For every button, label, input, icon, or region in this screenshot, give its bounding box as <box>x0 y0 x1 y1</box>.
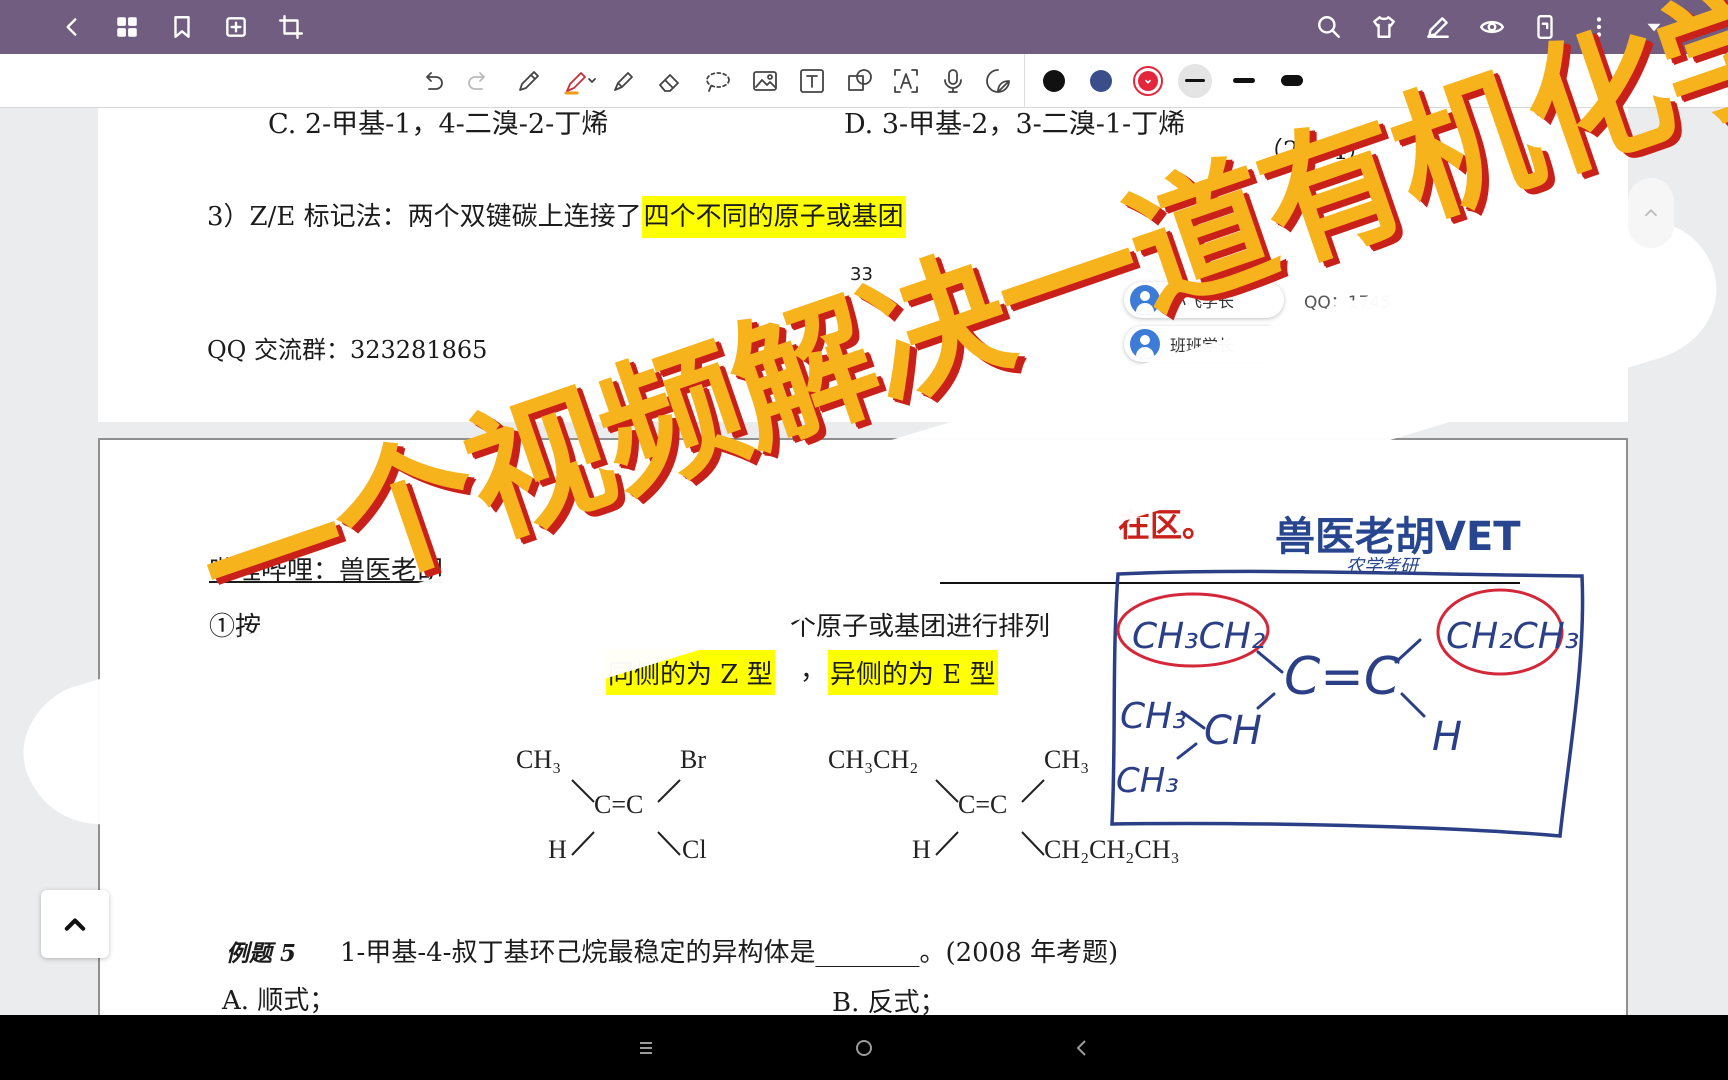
color-red-selected[interactable] <box>1133 66 1163 96</box>
struct1-top-left: CH₃ <box>516 745 562 774</box>
scroll-to-top-button[interactable] <box>41 890 109 958</box>
shape-icon[interactable] <box>842 63 878 99</box>
stroke-medium[interactable] <box>1233 78 1255 83</box>
image-icon[interactable] <box>747 63 783 99</box>
lasso-icon[interactable] <box>700 63 736 99</box>
menu-icon[interactable] <box>631 1033 661 1063</box>
toolbar-divider <box>1024 54 1025 108</box>
e-rule-highlight: 异侧的为 E 型 <box>828 650 998 695</box>
option-b-text: B. 反式； <box>832 988 946 1018</box>
eraser-icon[interactable] <box>652 63 688 99</box>
highlighter-icon[interactable] <box>558 63 604 99</box>
rule-1-tail: 个原子或基团进行排列 <box>790 612 1051 642</box>
sticker-icon[interactable] <box>980 63 1016 99</box>
struct2-bottom-left: H <box>912 835 931 864</box>
qq-group-text: QQ 交流群：323281865 <box>207 336 488 364</box>
struct2-top-left: CH₃CH₂ <box>828 745 919 774</box>
z-rule-highlight: 同侧的为 Z 型 <box>606 650 775 695</box>
color-blue[interactable] <box>1090 70 1112 92</box>
example-label: 例题 5 <box>226 940 297 967</box>
shirt-icon[interactable] <box>1364 7 1404 47</box>
option-a-text: A. 顺式； <box>222 986 336 1016</box>
struct2-bottom-right: CH₂CH₂CH₃ <box>1044 835 1180 864</box>
undo-icon[interactable] <box>415 63 451 99</box>
chevron-up-icon <box>64 918 86 931</box>
chevron-up-icon <box>1644 208 1658 217</box>
section-heading-prefix: 3）Z/E 标记法：两个双键碳上连接了 <box>207 202 642 232</box>
struct1-top-right: Br <box>680 745 706 774</box>
search-icon[interactable] <box>1309 7 1349 47</box>
section-heading: 3）Z/E 标记法：两个双键碳上连接了四个不同的原子或基团 <box>207 196 906 238</box>
struct2-center: C=C <box>958 790 1008 819</box>
option-c-text: C. 2-甲基-1，4-二溴-2-丁烯 <box>268 109 609 140</box>
text-box-icon[interactable] <box>794 63 830 99</box>
struct1-bottom-left: H <box>548 835 567 864</box>
marker-icon[interactable] <box>606 63 642 99</box>
color-black[interactable] <box>1043 70 1065 92</box>
pen-icon[interactable] <box>511 63 547 99</box>
redo-icon[interactable] <box>460 63 496 99</box>
red-text-fragment: 在区。 <box>1118 506 1215 544</box>
add-page-icon[interactable] <box>216 7 256 47</box>
stroke-thin-selected[interactable] <box>1178 64 1212 98</box>
ocr-icon[interactable] <box>888 63 924 99</box>
back-nav-icon[interactable] <box>1067 1033 1097 1063</box>
comma: ， <box>800 656 827 686</box>
home-icon[interactable] <box>849 1033 879 1063</box>
back-icon[interactable] <box>52 7 92 47</box>
collapse-panel-button[interactable] <box>1628 178 1674 248</box>
struct1-center: C=C <box>594 790 644 819</box>
crop-icon[interactable] <box>271 7 311 47</box>
struct1-bottom-right: Cl <box>682 835 707 864</box>
system-nav-bar <box>0 1015 1728 1080</box>
watermark-subtitle: 农学考研 <box>1346 556 1418 577</box>
bookmark-icon[interactable] <box>162 7 202 47</box>
header-rule <box>940 582 1520 584</box>
grid-icon[interactable] <box>107 7 147 47</box>
struct2-top-right: CH₃ <box>1044 745 1090 774</box>
example-question: 1-甲基-4-叔丁基环己烷最稳定的异构体是________。(2008 年考题) <box>340 938 1119 968</box>
microphone-icon[interactable] <box>935 63 971 99</box>
option-d-text: D. 3-甲基-2，3-二溴-1-丁烯 <box>844 109 1186 140</box>
